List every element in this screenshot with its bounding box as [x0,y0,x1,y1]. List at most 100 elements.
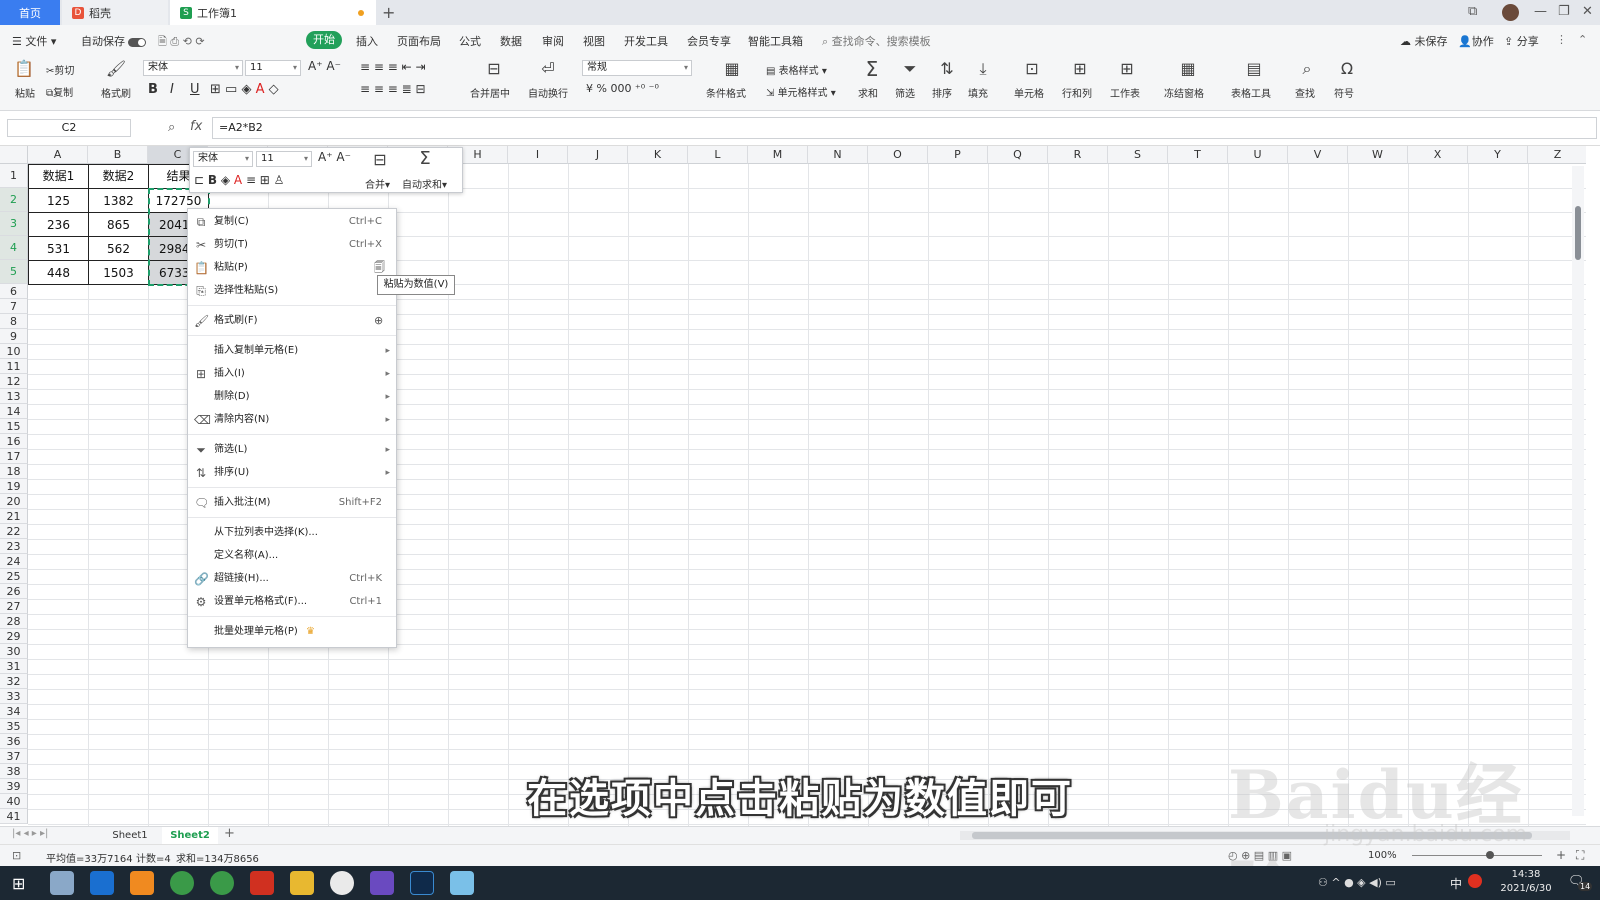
mini-font-name-select[interactable]: 宋体 [193,151,253,167]
cell-button[interactable]: 单元格 [1014,85,1044,100]
cell-a4[interactable]: 531 [29,237,88,261]
menu-insert[interactable]: 插入 [356,33,378,49]
table-style-button[interactable]: ▤ 表格样式 ▾ [766,62,827,77]
row-header[interactable]: 5 [0,260,28,284]
name-box[interactable]: C2 [7,119,131,137]
italic-icon[interactable]: I [170,82,174,97]
cell-b2[interactable]: 1382 [89,189,148,213]
menu-developer[interactable]: 开发工具 [624,33,668,49]
format-painter-lock-icon[interactable]: ⊕ [374,310,383,332]
row-header[interactable]: 18 [0,464,28,479]
find-icon[interactable]: ⌕ [1295,59,1319,79]
cell-a2[interactable]: 125 [29,189,88,213]
photoshop-icon[interactable] [410,871,434,895]
column-header[interactable]: V [1288,146,1348,164]
table-tools-icon[interactable]: ▤ [1242,59,1266,78]
chrome-icon[interactable] [170,871,194,895]
worksheet-button[interactable]: 工作表 [1110,85,1140,100]
bold-icon[interactable]: B [148,82,158,97]
autosave-toggle[interactable]: 自动保存 [81,33,146,49]
collab-button[interactable]: 👤协作 [1458,33,1494,49]
mini-font-grow-icon[interactable]: A⁺ A⁻ [318,150,351,164]
filter-icon[interactable]: ⏷ [898,59,922,79]
column-header[interactable]: U [1228,146,1288,164]
unsaved-status[interactable]: ☁ 未保存 [1400,33,1448,49]
column-header[interactable]: A [28,146,88,164]
column-header[interactable]: J [568,146,628,164]
video-app-icon[interactable] [370,871,394,895]
scroll-thumb[interactable] [1575,206,1581,260]
font-grow-icon[interactable]: A⁺ A⁻ [308,59,341,73]
column-header[interactable]: W [1348,146,1408,164]
freeze-icon[interactable]: ▦ [1176,59,1200,78]
cond-format-icon[interactable]: ▦ [720,59,744,78]
fx-icon[interactable]: fx [190,119,202,134]
cut-button[interactable]: ✂剪切 [46,62,74,77]
column-header[interactable]: X [1408,146,1468,164]
tab-home[interactable]: 首页 [0,0,60,25]
sum-icon[interactable]: Σ [860,57,884,81]
tab-daoke[interactable]: D 稻壳 [62,0,168,25]
mini-merge-button[interactable]: 合并▾ [365,176,390,191]
row-header[interactable]: 15 [0,419,28,434]
zoom-formula-icon[interactable]: ⌕ [168,120,175,135]
sheet-nav-arrows-icon[interactable]: |◂ ◂ ▸ ▸| [12,828,48,839]
menu-item-define-name[interactable]: 定义名称(A)... [188,545,396,567]
sum-button[interactable]: 求和 [858,85,878,100]
feather-app-icon[interactable] [90,871,114,895]
menu-file[interactable]: ☰ 文件 ▾ [12,33,56,49]
format-painter-button[interactable]: 格式刷 [98,85,134,100]
a-app-icon[interactable] [330,871,354,895]
number-format-select[interactable]: 常规 [582,60,692,76]
share-button[interactable]: ⇪ 分享 [1504,33,1539,49]
merge-center-button[interactable]: 合并居中 [470,85,510,100]
menu-item-paste[interactable]: 📋 粘贴(P) 🗐 [188,257,396,279]
row-header[interactable]: 41 [0,809,28,824]
worksheet-icon[interactable]: ⊞ [1115,59,1139,78]
copy-button[interactable]: ⧉复制 [46,84,73,99]
row-header[interactable]: 13 [0,389,28,404]
symbol-button[interactable]: 符号 [1334,85,1354,100]
column-header[interactable]: S [1108,146,1168,164]
column-header[interactable]: Y [1468,146,1528,164]
command-search[interactable]: ⌕ 查找命令、搜索模板 [822,33,931,49]
find-button[interactable]: 查找 [1295,85,1315,100]
window-layout-icon[interactable]: ⧉ [1468,4,1477,19]
row-col-button[interactable]: 行和列 [1062,85,1092,100]
tray-icons[interactable]: ⚇ ^ ● ◈ ◀) ▭ [1318,876,1396,889]
border-icon[interactable]: ⊞ ▭ ◈ A ◇ [210,82,279,97]
menu-item-copy[interactable]: ⧉ 复制(C) Ctrl+C [188,211,396,233]
menu-item-insert[interactable]: ⊞ 插入(I) ▸ [188,363,396,385]
menu-formula[interactable]: 公式 [459,33,481,49]
column-header[interactable]: L [688,146,748,164]
row-header[interactable]: 39 [0,779,28,794]
file-app-icon[interactable] [50,871,74,895]
collapse-ribbon-icon[interactable]: ⌃ [1578,33,1587,46]
row-header[interactable]: 9 [0,329,28,344]
paste-button[interactable]: 粘贴 [8,85,42,100]
chrome-icon-2[interactable] [210,871,234,895]
fill-icon[interactable]: ⤓ [971,59,995,79]
row-header[interactable]: 1 [0,164,28,188]
paste-icon[interactable]: 📋 [12,59,36,78]
row-header[interactable]: 3 [0,212,28,236]
menu-view[interactable]: 视图 [583,33,605,49]
windows-start-icon[interactable]: ⊞ [12,874,25,893]
row-header[interactable]: 8 [0,314,28,329]
row-header[interactable]: 38 [0,764,28,779]
row-header[interactable]: 21 [0,509,28,524]
row-header[interactable]: 22 [0,524,28,539]
freeze-button[interactable]: 冻结窗格 [1164,85,1204,100]
menu-item-clear[interactable]: ⌫ 清除内容(N) ▸ [188,409,396,431]
row-col-icon[interactable]: ⊞ [1068,59,1092,78]
row-header[interactable]: 26 [0,584,28,599]
new-tab-icon[interactable]: + [382,3,395,22]
clock-date[interactable]: 2021/6/30 [1496,883,1556,894]
number-format-icons[interactable]: ¥ % 000 ⁺⁰ ⁻⁰ [586,82,659,95]
menu-item-cut[interactable]: ✂ 剪切(T) Ctrl+X [188,234,396,256]
menu-item-filter[interactable]: ⏷ 筛选(L) ▸ [188,439,396,461]
menu-item-pick-list[interactable]: 从下拉列表中选择(K)... [188,522,396,544]
cell-b3[interactable]: 865 [89,213,148,237]
notepad-icon[interactable] [450,871,474,895]
cell-a5[interactable]: 448 [29,261,88,285]
